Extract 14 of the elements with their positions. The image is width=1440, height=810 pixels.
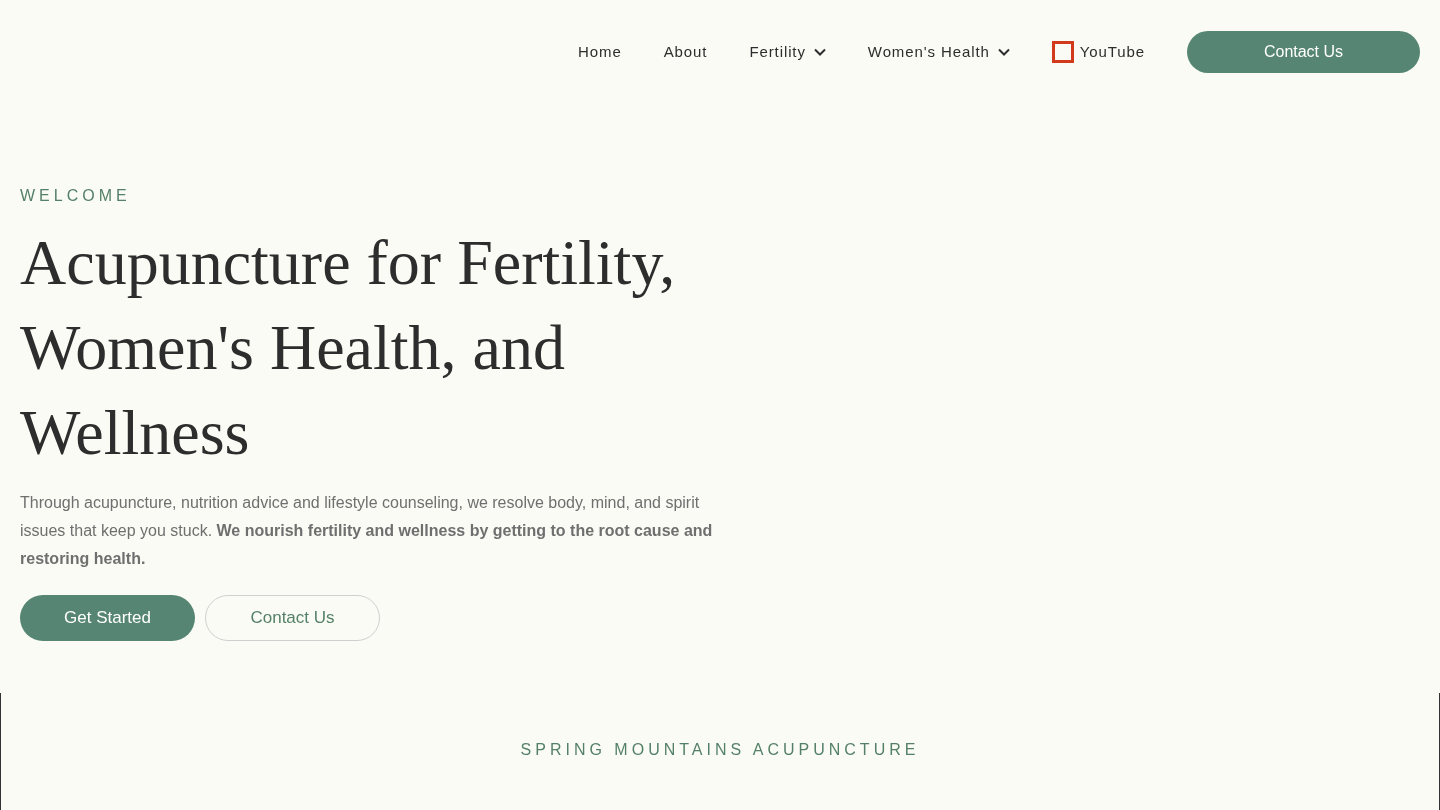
hero-heading: Acupuncture for Fertility, Women's Health, and Wellness	[20, 226, 677, 470]
eyebrow-text: WELCOME	[20, 186, 132, 206]
hero-paragraph: Through acupuncture, nutrition advice and lifestyle counseling, we resolve body, mind, and spirit issues that keep you stuck. We nourish fertility and wellness by getting to the root cause and restoring health.	[20, 493, 714, 569]
contact-button[interactable]: Contact Us	[1187, 31, 1420, 73]
chevron-down-icon	[813, 48, 826, 56]
nav-link[interactable]: YouTube	[1051, 40, 1145, 64]
section-eyebrow: SPRING MOUNTAINS ACUPUNCTURE	[520, 740, 920, 760]
nav-dropdown[interactable]: Women's Health	[867, 40, 1010, 64]
get-started-button[interactable]: Get Started	[20, 595, 195, 641]
nav-link[interactable]: About	[663, 40, 708, 64]
nav-dropdown[interactable]: Fertility	[749, 40, 826, 64]
square-icon	[1051, 41, 1074, 63]
nav-link[interactable]: Home	[578, 40, 622, 64]
chevron-down-icon	[997, 48, 1010, 56]
